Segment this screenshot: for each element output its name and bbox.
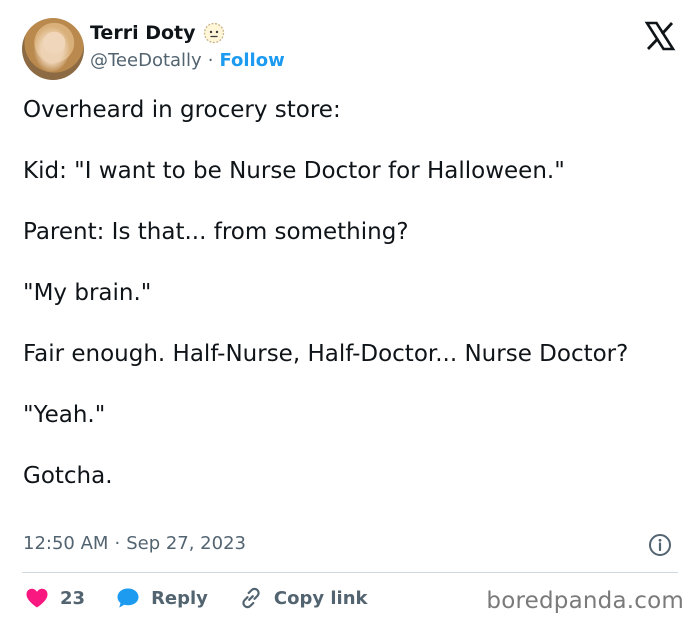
author-handle[interactable]: @TeeDotally: [90, 50, 202, 71]
handle-separator: ·: [207, 50, 214, 71]
tweet-card: Terri Doty @TeeDotally · Follow Overhear…: [0, 0, 700, 624]
tweet-paragraph: Gotcha.: [23, 463, 113, 489]
tweet-paragraph: Fair enough. Half-Nurse, Half-Doctor... …: [23, 341, 629, 367]
speech-bubble-icon: [117, 588, 139, 608]
tweet-paragraph: Kid: "I want to be Nurse Doctor for Hall…: [23, 158, 565, 184]
tweet-actions: 23 Reply Copy link: [24, 584, 398, 612]
reply-button[interactable]: Reply: [115, 585, 208, 611]
meta-separator: ·: [114, 533, 121, 554]
x-logo-icon[interactable]: [644, 20, 676, 52]
tweet-paragraph: Overheard in grocery store:: [23, 97, 341, 123]
tweet-paragraph: Parent: Is that... from something?: [23, 219, 409, 245]
author-name[interactable]: Terri Doty: [90, 22, 195, 44]
link-icon: [242, 587, 260, 609]
tweet-date: Sep 27, 2023: [126, 533, 246, 554]
tweet-paragraph: "Yeah.": [23, 402, 106, 428]
watermark: boredpanda.com: [486, 588, 684, 614]
copy-link-button[interactable]: Copy link: [238, 585, 368, 611]
like-count: 23: [60, 587, 86, 609]
tweet-time: 12:50 AM: [23, 533, 109, 554]
tweet-header: Terri Doty @TeeDotally · Follow: [22, 18, 678, 82]
tweet-text: Overheard in grocery store: Kid: "I want…: [23, 95, 663, 492]
avatar[interactable]: [22, 18, 84, 80]
neutral-face-emoji-icon: [203, 22, 225, 44]
author-name-line: Terri Doty: [90, 22, 225, 44]
info-icon[interactable]: [648, 533, 672, 557]
tweet-paragraph: "My brain.": [23, 280, 152, 306]
divider: [22, 572, 678, 573]
follow-link[interactable]: Follow: [219, 50, 284, 71]
tweet-timestamp[interactable]: 12:50 AM · Sep 27, 2023: [23, 533, 246, 554]
heart-icon: [26, 588, 48, 608]
like-button[interactable]: 23: [24, 585, 85, 611]
copy-link-label: Copy link: [273, 587, 368, 609]
author-handle-line: @TeeDotally · Follow: [90, 50, 285, 71]
reply-label: Reply: [151, 587, 208, 609]
